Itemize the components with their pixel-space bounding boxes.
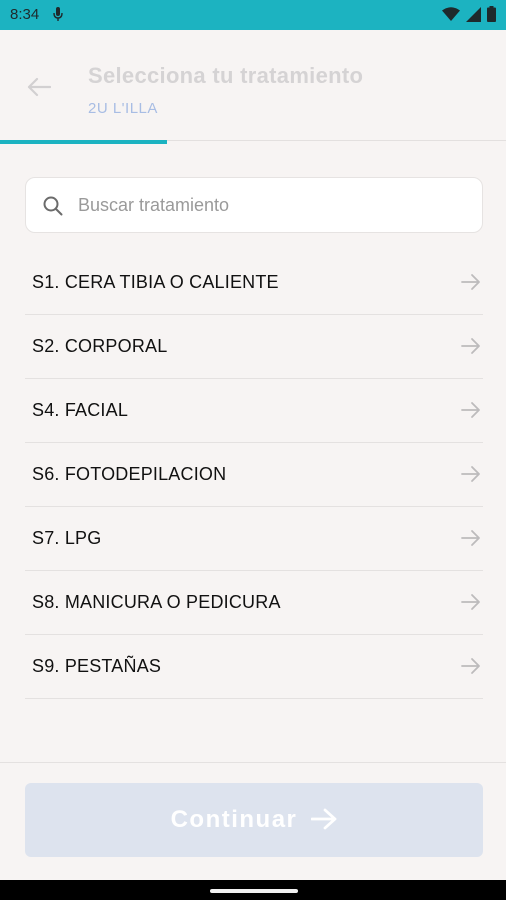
treatment-item[interactable]: S2. CORPORAL bbox=[25, 315, 483, 379]
back-button[interactable] bbox=[22, 74, 56, 104]
treatment-item[interactable]: S7. LPG bbox=[25, 507, 483, 571]
treatment-label: S8. MANICURA O PEDICURA bbox=[32, 592, 281, 612]
treatment-label: S2. CORPORAL bbox=[32, 336, 168, 356]
progress-bar bbox=[0, 140, 167, 144]
arrow-right-icon bbox=[461, 529, 481, 552]
treatment-label: S1. CERA TIBIA O CALIENTE bbox=[32, 272, 279, 292]
treatment-item[interactable]: S9. PESTAÑAS bbox=[25, 635, 483, 699]
arrow-right-icon bbox=[461, 465, 481, 488]
home-indicator[interactable] bbox=[210, 889, 298, 893]
page-title: Selecciona tu tratamiento bbox=[88, 63, 364, 88]
status-icons bbox=[442, 6, 496, 27]
page-subtitle: 2U L'ILLA bbox=[88, 100, 158, 117]
signal-icon bbox=[466, 6, 481, 27]
arrow-right-icon bbox=[461, 593, 481, 616]
arrow-right-icon bbox=[311, 808, 337, 833]
search-input[interactable] bbox=[78, 178, 468, 232]
treatment-item[interactable]: S1. CERA TIBIA O CALIENTE bbox=[25, 251, 483, 315]
treatment-label: S9. PESTAÑAS bbox=[32, 656, 162, 676]
treatment-list: S1. CERA TIBIA O CALIENTE S2. CORPORAL S4.… bbox=[25, 251, 483, 699]
continue-button[interactable]: Continuar bbox=[25, 783, 483, 857]
status-time: 8:34 bbox=[10, 6, 40, 23]
arrow-left-icon bbox=[27, 77, 52, 102]
treatment-item[interactable]: S8. MANICURA O PEDICURA bbox=[25, 571, 483, 635]
arrow-right-icon bbox=[461, 273, 481, 296]
treatment-label: S6. FOTODEPILACION bbox=[32, 464, 227, 484]
search-icon bbox=[42, 195, 64, 222]
wifi-icon bbox=[442, 6, 460, 27]
treatment-item[interactable]: S4. FACIAL bbox=[25, 379, 483, 443]
search-box[interactable] bbox=[25, 177, 483, 233]
mic-icon bbox=[53, 7, 63, 27]
arrow-right-icon bbox=[461, 401, 481, 424]
footer-divider bbox=[0, 762, 506, 763]
header: Selecciona tu tratamiento 2U L'ILLA bbox=[0, 30, 506, 142]
status-bar: 8:34 bbox=[0, 0, 506, 30]
treatment-item[interactable]: S6. FOTODEPILACION bbox=[25, 443, 483, 507]
treatment-label: S4. FACIAL bbox=[32, 400, 129, 420]
battery-icon bbox=[487, 6, 496, 27]
arrow-right-icon bbox=[461, 337, 481, 360]
arrow-right-icon bbox=[461, 657, 481, 680]
treatment-label: S7. LPG bbox=[32, 528, 102, 548]
continue-label: Continuar bbox=[170, 806, 298, 833]
